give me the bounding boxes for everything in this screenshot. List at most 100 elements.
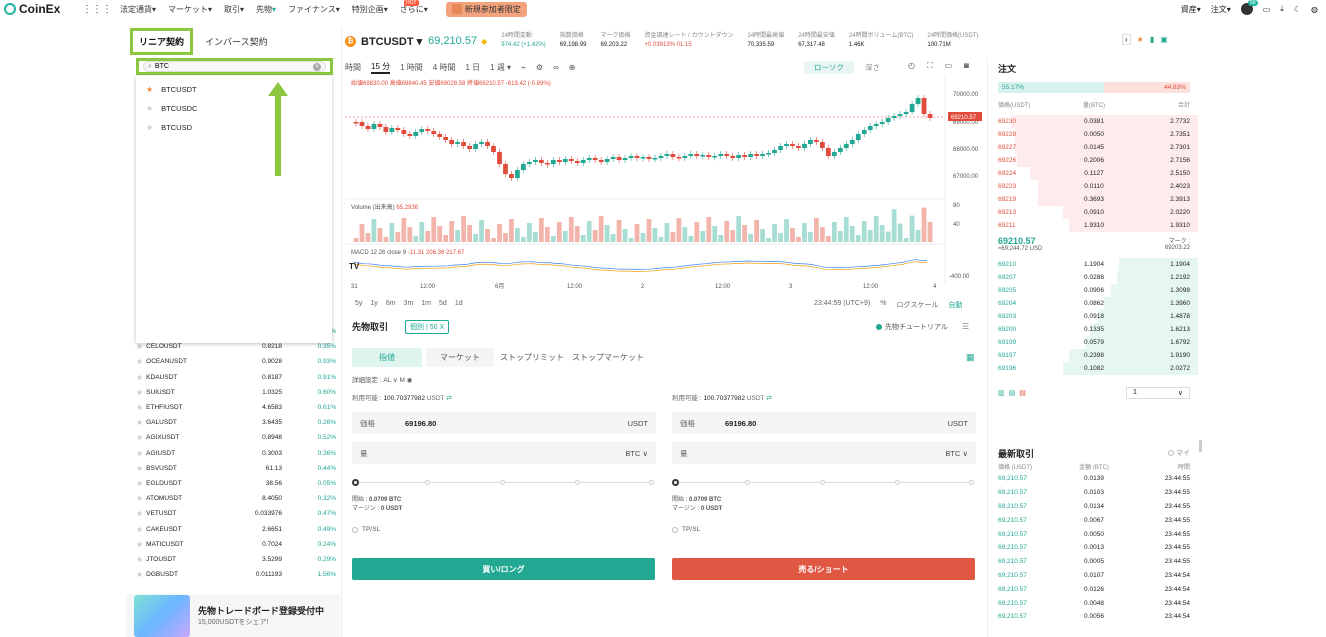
tab-limit[interactable]: 指値 [352, 348, 422, 367]
orderbook-row[interactable]: 69211 1.9310 1.9310 [990, 219, 1198, 232]
list-item[interactable]: ★ JTOUSDT 3.5299 0.29% [126, 552, 340, 567]
quantity-field[interactable]: 量 BTC ∨ [352, 442, 656, 464]
transfer-icon[interactable]: ⇄ [446, 395, 451, 402]
orderbook-row[interactable]: 69227 0.0145 2.7301 [990, 141, 1198, 154]
range-1m[interactable]: 1m [421, 300, 431, 307]
apps-grid-icon[interactable]: ⋮⋮⋮ [82, 4, 112, 15]
search-input[interactable] [154, 63, 310, 70]
amount-slider[interactable] [672, 478, 976, 488]
candle-mode-button[interactable]: ローソク [804, 61, 854, 74]
star-icon[interactable]: ★ [136, 540, 143, 549]
list-item[interactable]: ★ DGBUSDT 0.011193 1.56% [126, 567, 340, 582]
list-item[interactable]: ★ MATICUSDT 0.7024 0.24% [126, 537, 340, 552]
clear-icon[interactable]: × [313, 62, 321, 71]
view-both-icon[interactable]: ▥ [998, 389, 1005, 397]
orderbook-row[interactable]: 69204 0.0862 1.3960 [990, 297, 1198, 310]
log-scale-toggle[interactable]: ログスケール [896, 300, 938, 310]
interval-1w[interactable]: 1 週 ▾ [490, 62, 511, 73]
calculator-icon[interactable]: ▦ [966, 352, 975, 363]
list-item[interactable]: ★ BTCUSDT [136, 80, 332, 99]
range-5y[interactable]: 5y [355, 300, 362, 307]
nav-finance[interactable]: ファイナンス▾ [288, 4, 340, 15]
my-trades-toggle[interactable]: マイ [1168, 448, 1190, 458]
orderbook-row[interactable]: 69213 0.0910 2.0220 [990, 206, 1198, 219]
price-field[interactable]: 価格 69196.80 USDT [672, 412, 976, 434]
star-icon[interactable]: ★ [136, 494, 143, 503]
auto-scale-toggle[interactable]: 自動 [948, 300, 962, 310]
compare-icon[interactable]: ∞ [553, 63, 559, 72]
nav-market[interactable]: マーケット▾ [168, 4, 212, 15]
orderbook-row[interactable]: 69203 0.0918 1.4878 [990, 310, 1198, 323]
list-item[interactable]: ★ AGIXUSDT 0.8948 0.52% [126, 430, 340, 445]
calculator-icon[interactable]: ▣ [1160, 35, 1168, 44]
interval-time[interactable]: 時間 [345, 62, 361, 73]
list-item[interactable]: ★ ATOMUSDT 8.4050 0.32% [126, 491, 340, 506]
interval-1d[interactable]: 1 日 [465, 62, 480, 73]
interval-15m[interactable]: 15 分 [371, 61, 391, 74]
indicator-icon[interactable]: ⌁ [521, 63, 526, 72]
orderbook-row[interactable]: 69200 0.1335 1.6213 [990, 323, 1198, 336]
quantity-field[interactable]: 量 BTC ∨ [672, 442, 976, 464]
range-6m[interactable]: 6m [386, 300, 396, 307]
range-5d[interactable]: 5d [439, 300, 447, 307]
list-item[interactable]: ★ CAKEUSDT 2.6651 0.49% [126, 521, 340, 536]
range-1y[interactable]: 1y [370, 300, 377, 307]
range-1d[interactable]: 1d [455, 300, 463, 307]
star-icon[interactable]: ★ [146, 104, 153, 113]
star-icon[interactable]: ★ [136, 342, 143, 351]
list-item[interactable]: ★ SUIUSDT 1.0325 0.60% [126, 385, 340, 400]
tab-inverse[interactable]: インバース契約 [199, 31, 274, 52]
promo-button[interactable]: 新規参加者限定 [445, 1, 527, 17]
star-icon[interactable]: ★ [136, 373, 143, 382]
assets-menu[interactable]: 資産▾ [1181, 4, 1201, 15]
amount-slider[interactable] [352, 478, 656, 488]
star-icon[interactable]: ★ [136, 433, 143, 442]
orderbook-row[interactable]: 69228 0.0050 2.7351 [990, 128, 1198, 141]
buy-long-button[interactable]: 買い/ロング [352, 558, 655, 580]
leverage-button[interactable]: 個別 | 50 X [405, 320, 450, 334]
list-item[interactable]: ★ EGLDUSDT 38.56 0.05% [126, 476, 340, 491]
symbol-selector[interactable]: BTCUSDT ▾ [361, 35, 422, 48]
depth-mode-button[interactable]: 深さ [855, 61, 890, 74]
orderbook-row[interactable]: 69230 0.0381 2.7732 [990, 115, 1198, 128]
interval-4h[interactable]: 4 時間 [433, 62, 456, 73]
orderbook-row[interactable]: 69199 0.0579 1.6792 [990, 336, 1198, 349]
percent-toggle[interactable]: % [880, 300, 886, 310]
fullscreen-icon[interactable]: ⛶ [927, 61, 933, 71]
star-icon[interactable]: ★ [136, 418, 143, 427]
tab-stop-limit[interactable]: ストップリミット [498, 348, 566, 367]
list-item[interactable]: ★ VETUSDT 0.033976 0.47% [126, 506, 340, 521]
orderbook-row[interactable]: 69210 1.1904 1.1904 [990, 258, 1198, 271]
list-item[interactable]: ★ ETHFIUSDT 4.6583 0.61% [126, 400, 340, 415]
nav-special[interactable]: 特別企画▾ [352, 4, 388, 15]
layout-icon[interactable]: ▭ [945, 61, 953, 71]
sell-short-button[interactable]: 売る/ショート [672, 558, 975, 580]
filter-icon[interactable]: ☰ [962, 322, 969, 331]
orderbook-row[interactable]: 69197 0.2398 1.9190 [990, 349, 1198, 362]
star-icon[interactable]: ★ [136, 449, 143, 458]
list-item[interactable]: ★ GALUSDT 3.6435 0.26% [126, 415, 340, 430]
tutorial-link[interactable]: 先物チュートリアル [876, 322, 948, 332]
view-bids-icon[interactable]: ▤ [1009, 389, 1016, 397]
tab-stop-market[interactable]: ストップマーケット [570, 348, 646, 367]
next-icon[interactable]: › [1122, 34, 1131, 45]
list-item[interactable]: ★ BTCUSDC [136, 99, 332, 118]
tpsl-toggle[interactable]: TP/SL [672, 526, 976, 533]
range-3m[interactable]: 3m [404, 300, 414, 307]
camera-icon[interactable]: ◙ [964, 61, 969, 71]
orders-menu[interactable]: 注文▾ [1211, 4, 1231, 15]
star-icon[interactable]: ★ [136, 464, 143, 473]
list-item[interactable]: ★ AGIUSDT 0.3003 0.36% [126, 446, 340, 461]
orderbook-row[interactable]: 69207 0.0288 1.2192 [990, 271, 1198, 284]
orderbook-row[interactable]: 69219 0.3693 2.3913 [990, 193, 1198, 206]
price-chart[interactable]: 70000.00 69000.00 68000.00 67000.00 69210.57… [345, 74, 985, 294]
star-icon[interactable]: ★ [136, 525, 143, 534]
nav-fiat[interactable]: 法定通貨▾ [120, 4, 156, 15]
tab-market[interactable]: マーケット [426, 348, 494, 367]
orderbook-row[interactable]: 69226 0.2006 2.7156 [990, 154, 1198, 167]
interval-1h[interactable]: 1 時間 [400, 62, 423, 73]
timer-icon[interactable]: ◴ [908, 61, 915, 71]
price-field[interactable]: 価格 69196.80 USDT [352, 412, 656, 434]
advanced-settings[interactable]: 詳細設定 : AL ∨ M ◉ [352, 374, 412, 384]
book-icon[interactable]: ▮ [1150, 35, 1154, 44]
